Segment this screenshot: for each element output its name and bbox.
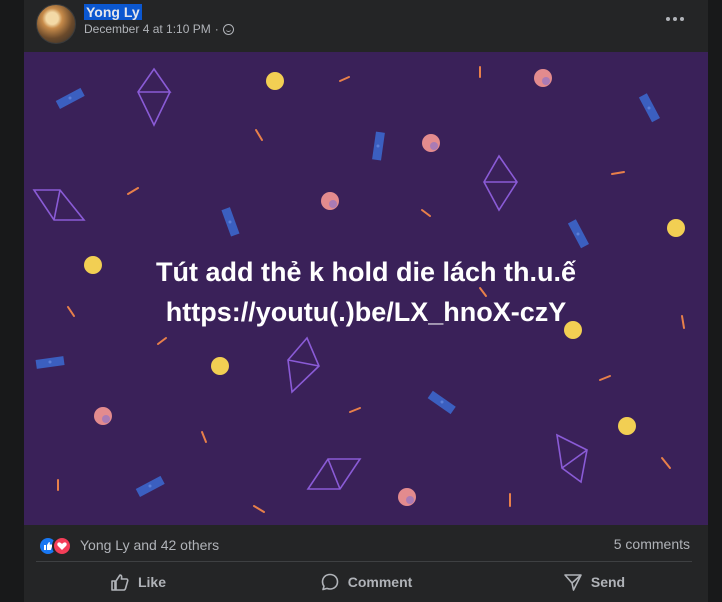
like-icon bbox=[111, 574, 129, 591]
meta-separator: · bbox=[214, 22, 219, 36]
post-stats: Yong Ly and 42 others 5 comments bbox=[24, 525, 708, 561]
post-header: Yong Ly December 4 at 1:10 PM · bbox=[24, 0, 708, 52]
avatar[interactable] bbox=[36, 4, 76, 44]
reactions-count[interactable]: Yong Ly and 42 others bbox=[80, 537, 219, 553]
send-icon bbox=[564, 574, 582, 591]
more-options-icon[interactable] bbox=[666, 9, 686, 29]
love-reaction-icon[interactable] bbox=[52, 536, 72, 556]
post-text-line2: https://youtu(.)be/LX_hnoX-czY bbox=[165, 297, 567, 327]
reaction-icons[interactable] bbox=[38, 536, 74, 556]
comment-button[interactable]: Comment bbox=[252, 562, 480, 602]
like-label: Like bbox=[137, 574, 166, 590]
author-name[interactable]: Yong Ly bbox=[84, 4, 142, 20]
globe-icon[interactable] bbox=[222, 23, 234, 35]
post-card: Yong Ly December 4 at 1:10 PM · Tút add … bbox=[24, 0, 708, 602]
send-label: Send bbox=[590, 574, 626, 590]
comments-count[interactable]: 5 comments bbox=[614, 536, 690, 552]
comment-icon bbox=[321, 573, 339, 591]
post-text: Tút add thẻ k hold die lách th.u.ế https… bbox=[24, 252, 708, 332]
post-text-line1: Tút add thẻ k hold die lách th.u.ế bbox=[155, 257, 577, 287]
send-button[interactable]: Send bbox=[480, 562, 708, 602]
comment-label: Comment bbox=[347, 574, 413, 590]
post-timestamp[interactable]: December 4 at 1:10 PM bbox=[84, 22, 211, 36]
post-media[interactable]: Tút add thẻ k hold die lách th.u.ế https… bbox=[24, 52, 708, 525]
post-meta: December 4 at 1:10 PM · bbox=[84, 22, 234, 36]
post-actions: Like Comment Send bbox=[24, 562, 708, 602]
like-button[interactable]: Like bbox=[24, 562, 252, 602]
